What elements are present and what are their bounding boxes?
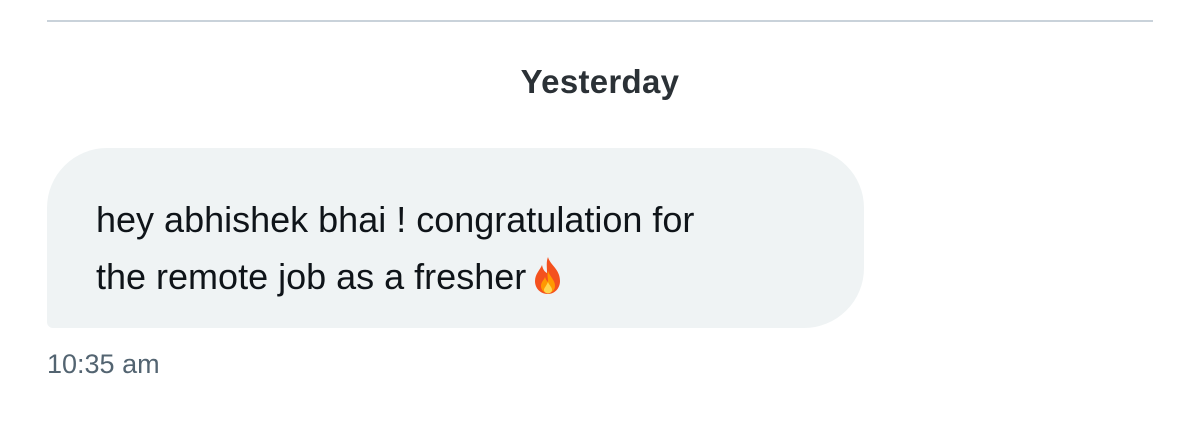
message-timestamp: 10:35 am — [47, 349, 160, 379]
top-divider — [47, 20, 1153, 22]
message-bubble[interactable]: hey abhishek bhai ! congratulation for t… — [47, 148, 864, 328]
dm-conversation: Yesterday hey abhishek bhai ! congratula… — [0, 0, 1200, 430]
date-separator: Yesterday — [520, 63, 680, 100]
fire-icon — [535, 257, 561, 294]
message-content: hey abhishek bhai ! congratulation for t… — [96, 191, 856, 305]
message-text: hey abhishek bhai ! congratulation for t… — [96, 199, 695, 297]
